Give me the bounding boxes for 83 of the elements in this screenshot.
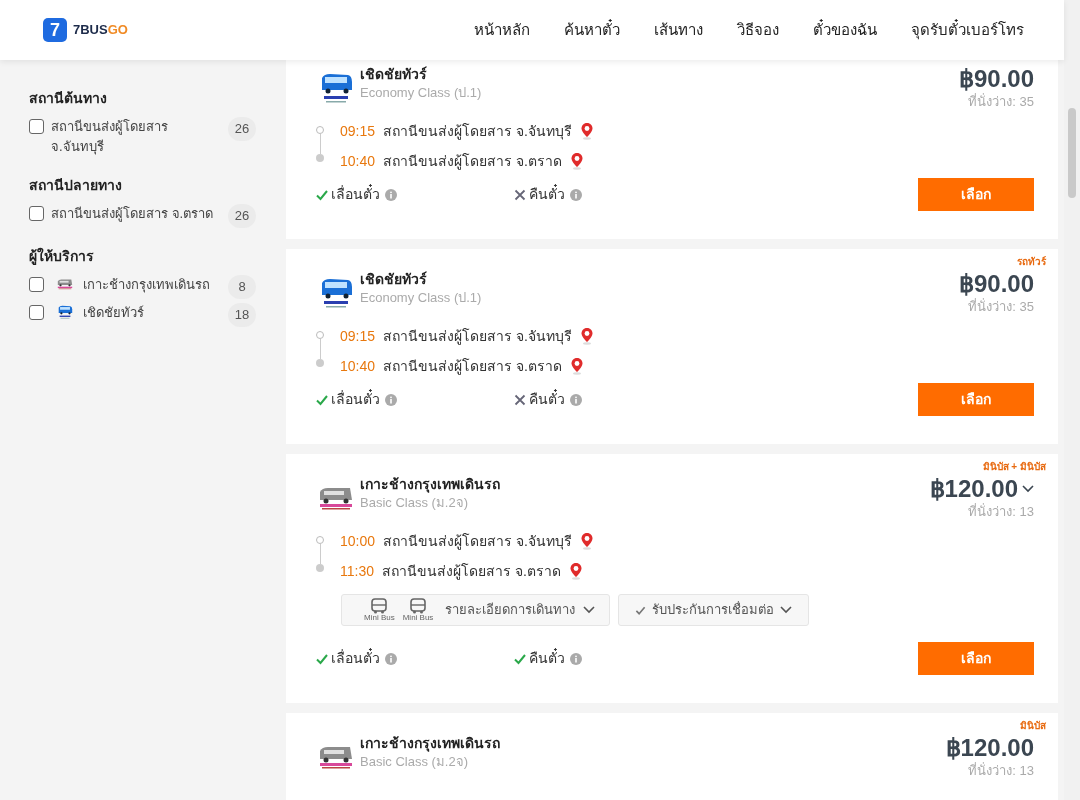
count-badge: 8 — [228, 275, 256, 299]
count-badge: 26 — [228, 204, 256, 228]
chevron-down-icon — [583, 606, 596, 614]
nav-link[interactable]: ตั๋วของฉัน — [813, 18, 877, 42]
minibus-icon — [370, 598, 389, 614]
location-pin-icon — [569, 152, 584, 170]
bus-type-tag: รถทัวร์ — [1017, 255, 1046, 269]
bus-class: Economy Class (ป.1) — [360, 84, 482, 102]
bus-class: Economy Class (ป.1) — [360, 289, 482, 307]
station-name: สถานีขนส่งผู้โดยสาร จ.ตราด — [383, 356, 562, 377]
trip-details-dropdown[interactable]: Mini Bus Mini Bus รายละเอียดการเดินทาง — [341, 594, 611, 626]
filter-label[interactable]: เกาะช้างกรุงเทพเดินรถ — [83, 275, 221, 295]
bus-class: Basic Class (ม.2จ) — [360, 753, 470, 771]
seats-available: ที่นั่งว่าง: 35 — [968, 299, 1034, 315]
operator-logo-icon — [56, 303, 74, 321]
location-pin-icon — [569, 357, 584, 375]
nav-link[interactable]: เส้นทาง — [654, 18, 703, 42]
logo-text[interactable]: 7BUS — [73, 20, 108, 40]
filter-label[interactable]: เชิดชัยทัวร์ — [83, 303, 221, 323]
policy-label: เลื่อนตั๋ว — [331, 184, 380, 204]
bus-type-tag: มินิบัส + มินิบัส — [982, 460, 1046, 474]
departure-time: 10:40 — [340, 151, 376, 171]
price: ฿90.00 — [958, 269, 1034, 298]
location-pin-icon — [579, 122, 594, 140]
info-icon — [385, 652, 397, 665]
nav-link[interactable]: จุดรับตั๋วเบอร์โทร — [911, 18, 1024, 42]
connection-guarantee-dropdown[interactable]: รับประกันการเชื่อมต่อ — [618, 594, 810, 626]
info-icon — [385, 393, 397, 406]
checkbox[interactable] — [29, 206, 44, 221]
station-name: สถานีขนส่งผู้โดยสาร จ.จันทบุรี — [383, 326, 572, 347]
filter-label[interactable]: สถานีขนส่งผู้โดยสาร จ.ตราด — [51, 204, 221, 224]
policy-label: คืนตั๋ว — [529, 648, 565, 668]
departure-time: 10:00 — [340, 531, 376, 551]
policy-label: คืนตั๋ว — [529, 184, 565, 204]
policy-label: เลื่อนตั๋ว — [331, 648, 380, 668]
station-name: สถานีขนส่งผู้โดยสาร จ.ตราด — [383, 151, 562, 172]
policy-label: คืนตั๋ว — [529, 389, 565, 409]
info-icon — [570, 188, 582, 201]
checkbox[interactable] — [29, 277, 44, 292]
chevron-down-icon — [780, 606, 793, 614]
checkbox[interactable] — [29, 119, 44, 134]
bus-type-tag: มินิบัส — [1020, 719, 1046, 733]
location-pin-icon — [568, 562, 583, 580]
section-heading: ผู้ให้บริการ — [29, 246, 95, 267]
location-pin-icon — [579, 327, 594, 345]
price: ฿90.00 — [958, 64, 1034, 93]
count-badge: 18 — [228, 303, 256, 327]
station-name: สถานีขนส่งผู้โดยสาร จ.ตราด — [382, 561, 561, 582]
seats-available: ที่นั่งว่าง: 13 — [968, 504, 1034, 520]
policy-label: เลื่อนตั๋ว — [331, 389, 380, 409]
nav-link[interactable]: ค้นหาตั๋ว — [564, 18, 620, 42]
scrollbar-thumb[interactable] — [1068, 108, 1076, 198]
price: ฿120.00 — [945, 733, 1034, 762]
checkbox[interactable] — [29, 305, 44, 320]
operator-name: เกาะช้างกรุงเทพเดินรถ — [360, 475, 500, 494]
section-heading: สถานีปลายทาง — [29, 176, 123, 195]
minibus-icon — [409, 598, 428, 614]
location-pin-icon — [579, 532, 594, 550]
vehicle-label: Mini Bus — [364, 614, 395, 622]
operator-name: เชิดชัยทัวร์ — [360, 270, 428, 289]
operator-name: เชิดชัยทัวร์ — [360, 65, 428, 84]
info-icon — [570, 652, 582, 665]
info-icon — [570, 393, 582, 406]
price: ฿120.00 — [929, 474, 1018, 503]
departure-time: 09:15 — [340, 121, 376, 141]
station-name: สถานีขนส่งผู้โดยสาร จ.จันทบุรี — [383, 531, 572, 552]
check-icon — [635, 604, 647, 616]
departure-time: 09:15 — [340, 326, 376, 346]
departure-time: 11:30 — [340, 561, 374, 581]
bus-class: Basic Class (ม.2จ) — [360, 494, 470, 512]
count-badge: 26 — [228, 117, 256, 141]
vehicle-label: Mini Bus — [402, 614, 434, 622]
section-heading: สถานีต้นทาง — [29, 89, 108, 108]
nav-link[interactable]: วิธีจอง — [737, 18, 779, 42]
filter-label[interactable]: สถานีขนส่งผู้โดยสาร จ.จันทบุรี — [51, 117, 221, 157]
logo-badge[interactable]: 7 — [43, 18, 67, 42]
seats-available: ที่นั่งว่าง: 13 — [968, 763, 1034, 779]
departure-time: 10:40 — [340, 356, 376, 376]
seats-available: ที่นั่งว่าง: 35 — [968, 94, 1034, 110]
operator-name: เกาะช้างกรุงเทพเดินรถ — [360, 734, 500, 753]
station-name: สถานีขนส่งผู้โดยสาร จ.จันทบุรี — [383, 121, 572, 142]
nav-link[interactable]: หน้าหลัก — [474, 18, 530, 42]
info-icon — [385, 188, 397, 201]
